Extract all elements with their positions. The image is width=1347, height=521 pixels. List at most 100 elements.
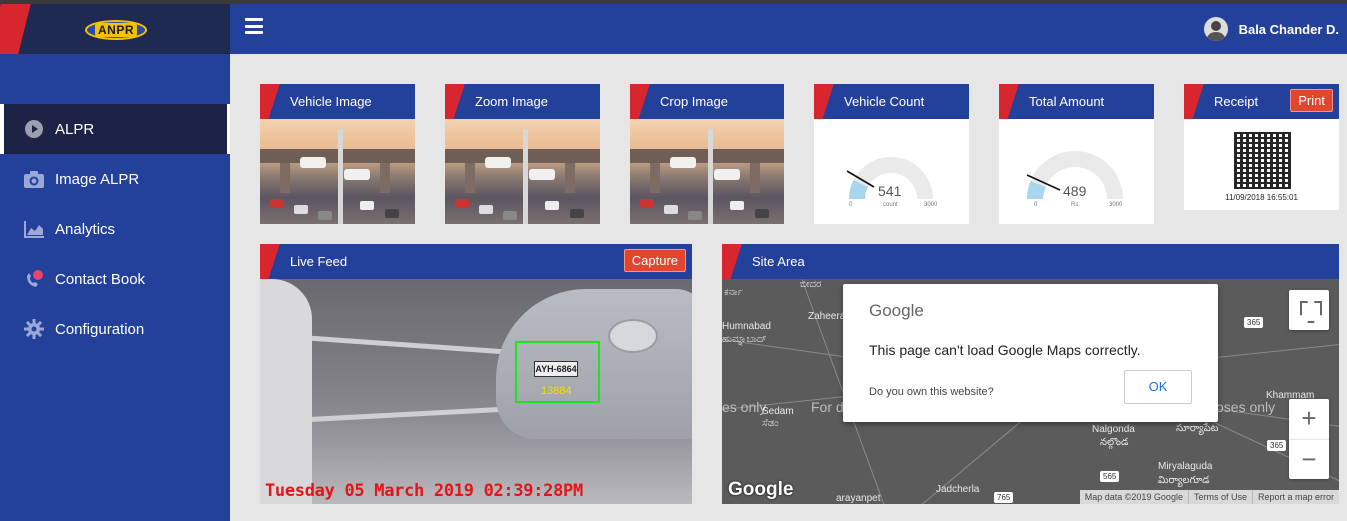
gauge-max: 3000 — [924, 202, 938, 208]
map-label: Humnabad — [722, 321, 771, 332]
map-attribution: Map data ©2019 Google Terms of Use Repor… — [1079, 490, 1339, 504]
area-chart-icon — [23, 218, 45, 240]
live-feed-card: Live Feed Capture AYH-6864 13884 Tuesday… — [260, 244, 692, 504]
crop-image-card: Crop Image — [630, 84, 784, 224]
site-area-card: Site Area ಕರ್ನಾ ಬೀದರ Zaheera Humnabad ಹು… — [722, 244, 1339, 504]
phone-contact-icon — [23, 268, 45, 290]
card-header: Total Amount — [999, 84, 1154, 119]
avatar[interactable] — [1203, 17, 1228, 41]
card-title: Receipt — [1214, 94, 1259, 109]
hamburger-icon[interactable] — [245, 18, 263, 34]
zoom-image-card: Zoom Image — [445, 84, 600, 224]
report-error-link[interactable]: Report a map error — [1251, 490, 1339, 504]
map-label: ಬೀದರ — [800, 279, 822, 290]
vehicle-headlight — [608, 319, 658, 353]
card-header: Site Area — [722, 244, 1339, 279]
map-label: ಸೆಡಂ — [762, 418, 779, 429]
map-overlay-text: For d — [811, 399, 844, 415]
gauge-unit: Rs. — [1071, 202, 1080, 208]
gear-icon — [23, 318, 45, 340]
play-circle-icon — [23, 118, 45, 140]
gauge-min: 0 — [1034, 202, 1038, 208]
map-label: నల్గొండ — [1100, 437, 1129, 448]
vehicle-image[interactable] — [260, 119, 415, 224]
anpr-logo[interactable]: ANPR — [85, 20, 147, 40]
live-feed-video[interactable]: AYH-6864 13884 Tuesday 05 March 2019 02:… — [260, 279, 692, 504]
sidebar: ANPR ALPR Image ALPR Analytics Contact B… — [0, 4, 230, 521]
vehicle-image-card: Vehicle Image — [260, 84, 415, 224]
map-overlay-text: oses only — [1216, 399, 1276, 415]
capture-button[interactable]: Capture — [623, 249, 686, 272]
print-button[interactable]: Print — [1290, 89, 1333, 112]
user-name: Bala Chander D. — [1238, 21, 1339, 37]
dialog-message: This page can't load Google Maps correct… — [869, 342, 1141, 358]
zoom-image[interactable] — [445, 119, 600, 224]
card-header: Receipt Print — [1184, 84, 1339, 119]
card-title: Vehicle Image — [290, 94, 372, 109]
card-title: Vehicle Count — [844, 94, 925, 109]
map-label: Zaheera — [808, 311, 846, 322]
ok-button[interactable]: OK — [1124, 370, 1192, 404]
terms-link[interactable]: Terms of Use — [1187, 490, 1252, 504]
map-label: Miryalaguda — [1158, 461, 1213, 472]
vehicle-count-card: Vehicle Count 541 0 count 3000 — [814, 84, 969, 224]
sidebar-item-alpr[interactable]: ALPR — [0, 104, 230, 154]
sidebar-item-label: Analytics — [55, 220, 116, 238]
total-amount-gauge: 489 0 Rs. 3000 — [999, 119, 1154, 224]
card-title: Live Feed — [290, 254, 348, 269]
receipt-card: Receipt Print 11/09/2018 16:55:01 — [1184, 84, 1339, 210]
gauge-min: 0 — [849, 202, 853, 208]
map-label: Sedam — [762, 406, 794, 417]
sidebar-item-label: ALPR — [55, 120, 95, 138]
sidebar-item-analytics[interactable]: Analytics — [0, 204, 230, 254]
map-overlay-text: es only — [722, 399, 767, 415]
google-brand: Google — [869, 301, 924, 320]
gauge-max: 3000 — [1109, 202, 1123, 208]
sidebar-item-label: Contact Book — [55, 270, 146, 288]
sidebar-nav: ALPR Image ALPR Analytics Contact Book C… — [0, 104, 230, 354]
card-title: Total Amount — [1029, 94, 1105, 109]
highway-shield: 565 — [1100, 471, 1120, 482]
gauge-arc — [846, 157, 933, 199]
map-label: ಹುಮ್ನಾಬಾದ್ — [722, 334, 767, 345]
vehicle-left — [260, 279, 312, 504]
zoom-out-icon[interactable]: − — [1289, 439, 1329, 479]
sidebar-item-configuration[interactable]: Configuration — [0, 304, 230, 354]
detected-number: 13884 — [541, 385, 572, 397]
map-label: arayanpet — [836, 493, 881, 504]
vehicle-count-gauge: 541 0 count 3000 — [814, 119, 969, 224]
sidebar-item-contact-book[interactable]: Contact Book — [0, 254, 230, 304]
zoom-in-icon[interactable]: + — [1289, 399, 1329, 439]
card-header: Crop Image — [630, 84, 784, 119]
logo-stripe — [0, 4, 32, 54]
camera-icon — [23, 168, 45, 190]
highway-shield: 365 — [1267, 440, 1287, 451]
gauge-unit: count — [883, 202, 898, 208]
site-map[interactable]: ಕರ್ನಾ ಬೀದರ Zaheera Humnabad ಹುಮ್ನಾಬಾದ್ e… — [722, 279, 1339, 504]
zoom-controls: + − — [1289, 399, 1329, 479]
receipt-body: 11/09/2018 16:55:01 — [1184, 119, 1339, 210]
map-label: మిర్యాలగూడ — [1158, 475, 1210, 486]
map-label: ಕರ್ನಾ — [724, 287, 743, 298]
card-header: Zoom Image — [445, 84, 600, 119]
crop-image[interactable] — [630, 119, 784, 224]
map-label: Nalgonda — [1092, 424, 1135, 435]
logo-area: ANPR — [0, 4, 230, 54]
map-label: సూర్యాపేట — [1176, 423, 1219, 434]
gauge-arc — [1026, 151, 1123, 199]
highway-shield: 765 — [994, 492, 1014, 503]
maps-error-dialog: Google This page can't load Google Maps … — [843, 284, 1218, 422]
card-header: Vehicle Count — [814, 84, 969, 119]
map-data-text: Map data ©2019 Google — [1084, 492, 1183, 502]
fullscreen-icon[interactable] — [1289, 290, 1329, 330]
dialog-question: Do you own this website? — [869, 386, 994, 398]
sidebar-item-image-alpr[interactable]: Image ALPR — [0, 154, 230, 204]
highway-shield: 365 — [1244, 317, 1264, 328]
receipt-datetime: 11/09/2018 16:55:01 — [1225, 193, 1298, 202]
qr-code-icon[interactable] — [1234, 132, 1291, 189]
user-menu[interactable]: Bala Chander D. — [1203, 17, 1339, 41]
license-plate: AYH-6864 — [534, 361, 578, 377]
feed-timestamp: Tuesday 05 March 2019 02:39:28PM — [265, 481, 583, 501]
sidebar-item-label: Image ALPR — [55, 170, 140, 188]
total-amount-card: Total Amount 489 0 Rs. 3000 — [999, 84, 1154, 224]
